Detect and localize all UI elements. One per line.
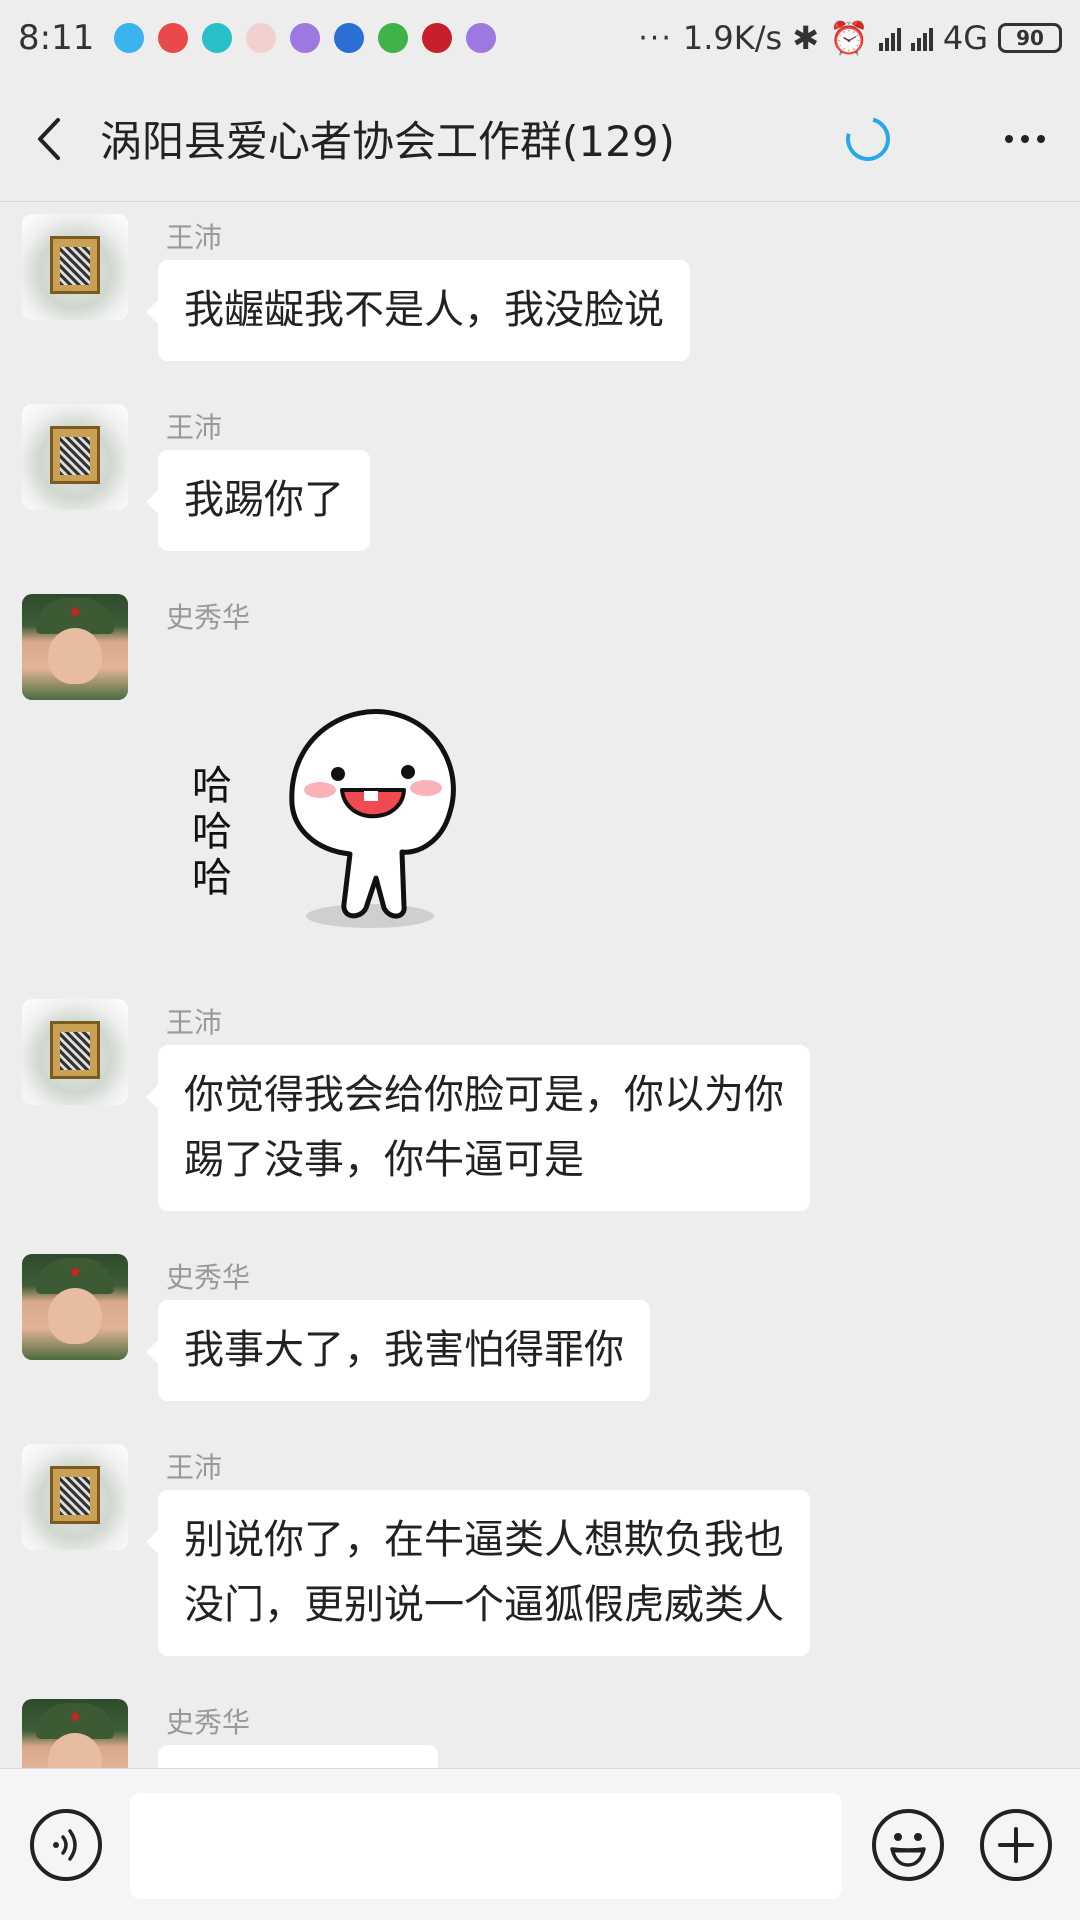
app-notification-icon xyxy=(378,23,409,53)
signal-icon xyxy=(878,25,901,51)
avatar[interactable]: ★ xyxy=(22,1254,128,1360)
notification-icons xyxy=(114,23,497,53)
plus-icon xyxy=(998,1827,1034,1863)
chat-header: 涡阳县爱心者协会工作群(129) xyxy=(0,76,1080,202)
sender-name: 史秀华 xyxy=(166,1706,251,1739)
message-bubble[interactable]: 你觉得我会给你脸可是，你以为你 踢了没事，你牛逼可是 xyxy=(146,1045,810,1211)
group-title: 涡阳县爱心者协会工作群(129) xyxy=(100,117,675,166)
avatar[interactable] xyxy=(22,404,128,510)
battery-level: 90 xyxy=(1016,26,1044,50)
emoji-button[interactable] xyxy=(872,1809,944,1881)
app-notification-icon xyxy=(422,23,453,53)
bluetooth-icon: ✱ xyxy=(792,19,819,57)
message-text-line: 别说你了，在牛逼类人想欺负我也 xyxy=(184,1517,784,1563)
message-bubble[interactable]: 我事大了，我害怕得罪你 xyxy=(146,1300,650,1401)
video-notification-icon xyxy=(466,23,497,53)
message-text-line: 没门，更别说一个逼狐假虎威类人 xyxy=(184,1582,784,1628)
message-bubble[interactable]: 别说你了，在牛逼类人想欺负我也 没门，更别说一个逼狐假虎威类人 xyxy=(146,1490,810,1656)
status-time: 8:11 xyxy=(18,18,95,58)
app-notification-icon xyxy=(246,23,277,53)
sender-name: 史秀华 xyxy=(166,1261,251,1294)
message-bubble[interactable]: 我龌龊我不是人，我没脸说 xyxy=(146,260,690,361)
sender-name: 王沛 xyxy=(166,1006,223,1039)
back-button[interactable] xyxy=(0,76,100,202)
message-text: 我龌龊我不是人，我没脸说 xyxy=(184,287,664,333)
message-bubble[interactable] xyxy=(158,1745,438,1768)
net-speed: 1.9K/s xyxy=(682,19,783,57)
sender-name: 王沛 xyxy=(166,411,223,444)
message-text: 我踢你了 xyxy=(184,477,344,523)
sender-name: 史秀华 xyxy=(166,601,251,634)
more-button[interactable] xyxy=(970,76,1080,202)
video-notification-icon xyxy=(290,23,321,53)
avatar[interactable] xyxy=(22,214,128,320)
avatar[interactable]: ★ xyxy=(22,594,128,700)
message-text-line: 你觉得我会给你脸可是，你以为你 xyxy=(184,1072,784,1118)
sticker-text: 哈哈哈 xyxy=(185,764,231,902)
signal-icon xyxy=(910,25,933,51)
app-notification-icon xyxy=(334,23,365,53)
avatar[interactable]: ★ xyxy=(22,1699,128,1768)
message-bubble[interactable]: 我踢你了 xyxy=(146,450,370,551)
message-list[interactable]: 王沛 我龌龊我不是人，我没脸说 王沛 我踢你了 ★ 史秀华 哈哈哈 王沛 你觉得… xyxy=(0,203,1080,1768)
avatar[interactable] xyxy=(22,999,128,1105)
message-text-line: 踢了没事，你牛逼可是 xyxy=(184,1137,584,1183)
sender-name: 王沛 xyxy=(166,1451,223,1484)
laughing-sticker[interactable]: 哈哈哈 xyxy=(180,694,480,934)
qq-notification-icon xyxy=(114,23,145,53)
sender-name: 王沛 xyxy=(166,221,223,254)
back-arrow-icon xyxy=(38,117,60,160)
status-bar: 8:11 ··· 1.9K/s ✱ ⏰ 4G 90 xyxy=(0,0,1080,76)
system-status: ··· 1.9K/s ✱ ⏰ 4G 90 xyxy=(638,19,1062,57)
app-notification-icon xyxy=(158,23,189,53)
more-notifications-indicator: ··· xyxy=(638,20,673,56)
message-text: 我事大了，我害怕得罪你 xyxy=(184,1327,624,1373)
message-input[interactable] xyxy=(130,1793,842,1899)
network-type: 4G xyxy=(942,19,988,57)
voice-button[interactable] xyxy=(30,1809,102,1881)
battery-icon: 90 xyxy=(998,23,1062,53)
more-icon xyxy=(1005,134,1013,143)
more-functions-button[interactable] xyxy=(980,1809,1052,1881)
input-bar xyxy=(0,1768,1080,1920)
loading-spinner-icon xyxy=(837,108,899,169)
browser-notification-icon xyxy=(202,23,233,53)
voice-icon xyxy=(53,1829,77,1861)
emoji-icon xyxy=(890,1833,926,1867)
alarm-icon: ⏰ xyxy=(829,19,869,57)
avatar[interactable] xyxy=(22,1444,128,1550)
